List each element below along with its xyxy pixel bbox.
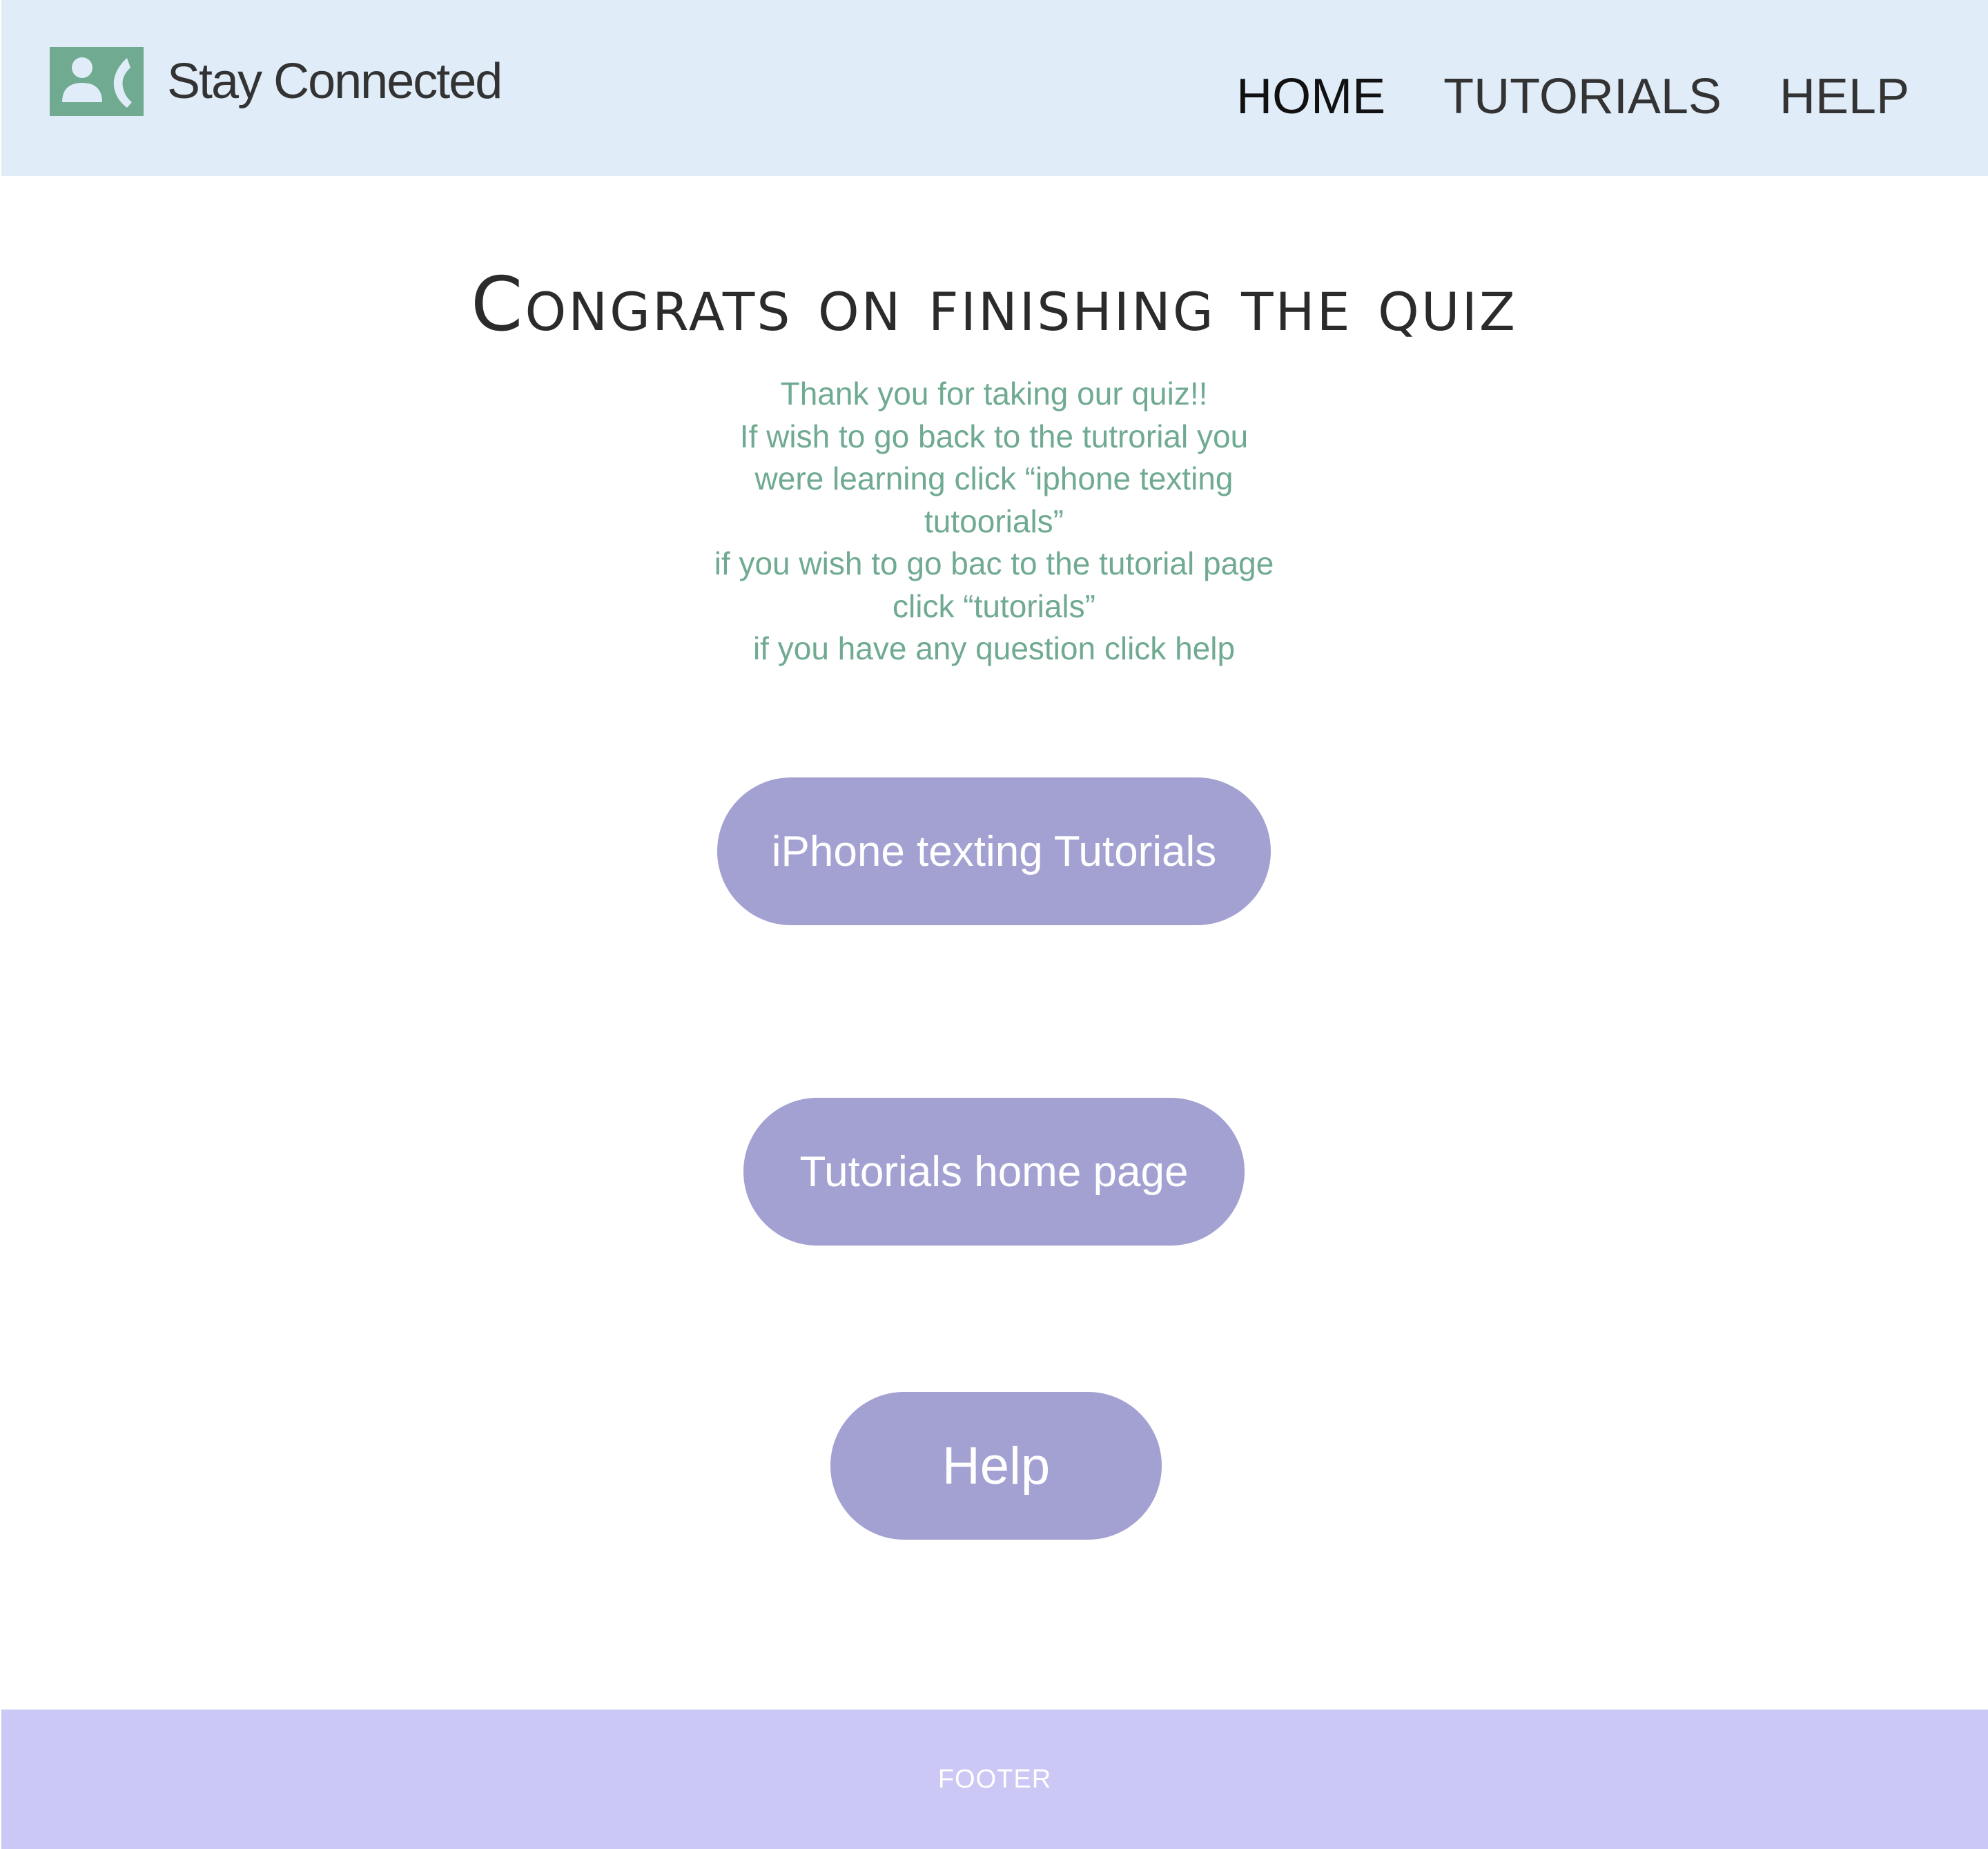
message-line: tutoorials” <box>924 503 1064 539</box>
header: Stay Connected HOME TUTORIALS HELP <box>1 0 1988 176</box>
footer: FOOTER <box>1 1710 1988 1849</box>
main-nav: HOME TUTORIALS HELP <box>1236 66 1909 127</box>
brand-link[interactable]: Stay Connected <box>50 47 503 116</box>
brand-name: Stay Connected <box>167 54 503 109</box>
page-title: Congrats on finishing the quiz <box>471 262 1517 348</box>
message-line: if you have any question click help <box>752 630 1236 666</box>
message-line: If wish to go back to the tutrorial you <box>739 418 1249 454</box>
quiz-complete-message: Thank you for taking our quiz!! If wish … <box>0 373 1988 670</box>
message-line: were learning click “iphone texting <box>754 461 1234 496</box>
footer-label: FOOTER <box>937 1764 1052 1794</box>
tutorials-home-page-button[interactable]: Tutorials home page <box>743 1098 1245 1246</box>
message-line: click “tutorials” <box>893 588 1095 624</box>
message-line: if you wish to go bac to the tutorial pa… <box>714 545 1274 581</box>
contact-phone-icon <box>50 47 144 116</box>
nav-help[interactable]: HELP <box>1780 66 1909 127</box>
message-line: Thank you for taking our quiz!! <box>780 376 1208 412</box>
help-button[interactable]: Help <box>830 1392 1162 1540</box>
iphone-texting-tutorials-button[interactable]: iPhone texting Tutorials <box>717 777 1271 925</box>
nav-home[interactable]: HOME <box>1236 66 1385 127</box>
nav-tutorials[interactable]: TUTORIALS <box>1443 66 1722 127</box>
